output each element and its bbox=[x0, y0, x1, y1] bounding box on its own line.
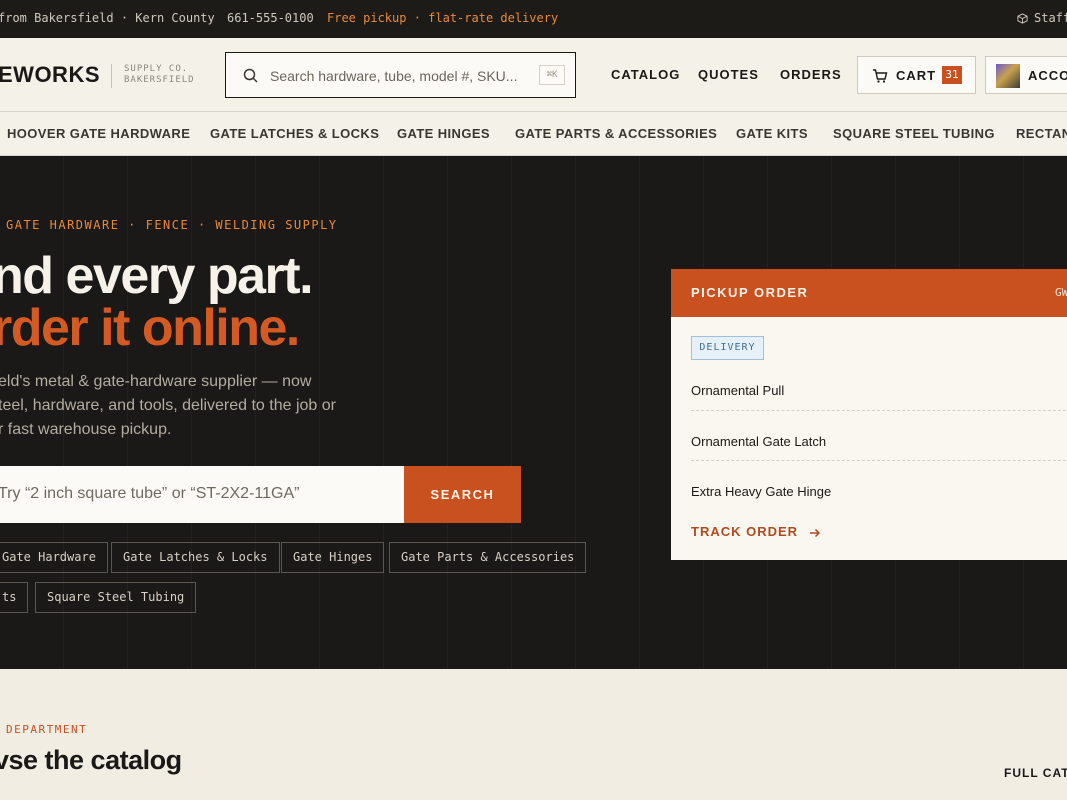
quick-search-chip[interactable]: ts bbox=[0, 582, 29, 613]
logo-divider bbox=[111, 64, 112, 88]
account-button[interactable]: ACCOUNT bbox=[985, 56, 1067, 94]
hero-headline-line-1: nd every part. bbox=[0, 247, 314, 305]
cart-icon bbox=[873, 69, 888, 83]
delivery-status-badge: DELIVERY bbox=[691, 336, 764, 360]
avatar bbox=[996, 64, 1020, 88]
phone-link[interactable]: 661-555-0100 bbox=[227, 11, 314, 25]
category-nav: HOOVER GATE HARDWARE GATE LATCHES & LOCK… bbox=[0, 112, 1067, 156]
search-input[interactable]: Search hardware, tube, model #, SKU... ⌘… bbox=[225, 52, 576, 98]
logo-sub-line-1: SUPPLY CO. bbox=[124, 64, 189, 74]
hero-search-button[interactable]: SEARCH bbox=[404, 466, 521, 523]
site-header: EWORKS SUPPLY CO. BAKERSFIELD Search har… bbox=[0, 38, 1067, 112]
cart-label: CART bbox=[896, 68, 937, 83]
pickup-order-title: PICKUP ORDER bbox=[691, 285, 809, 300]
top-bar: from Bakersfield · Kern County 661-555-0… bbox=[0, 0, 1067, 38]
track-order-label: TRACK ORDER bbox=[691, 524, 799, 539]
site-logo[interactable]: EWORKS bbox=[0, 62, 100, 88]
item-divider bbox=[691, 410, 1067, 411]
pickup-order-header: PICKUP ORDER GW bbox=[671, 269, 1067, 317]
hero-description-line: eld's metal & gate-hardware supplier — n… bbox=[0, 373, 312, 390]
hero-search-placeholder: Try “2 inch square tube” or “ST-2X2-11GA… bbox=[0, 485, 300, 502]
pickup-order-card: PICKUP ORDER GW DELIVERY Ornamental Pull… bbox=[671, 269, 1067, 560]
order-item: Extra Heavy Gate Hinge bbox=[691, 484, 832, 499]
category-link[interactable]: HOOVER GATE HARDWARE bbox=[7, 126, 190, 141]
search-icon bbox=[243, 68, 258, 83]
quick-search-chip[interactable]: Square Steel Tubing bbox=[35, 582, 197, 613]
nav-orders[interactable]: ORDERS bbox=[780, 67, 842, 82]
category-link[interactable]: GATE HINGES bbox=[397, 126, 490, 141]
nav-quotes[interactable]: QUOTES bbox=[698, 67, 759, 82]
cart-count-badge: 31 bbox=[942, 66, 962, 84]
account-label: ACCOUNT bbox=[1028, 68, 1067, 83]
quick-search-chip[interactable]: Gate Hinges bbox=[281, 542, 385, 573]
search-placeholder: Search hardware, tube, model #, SKU... bbox=[270, 68, 518, 84]
staff-link[interactable]: Staff bbox=[1017, 11, 1067, 25]
hero-description: eld's metal & gate-hardware supplier — n… bbox=[0, 370, 336, 442]
category-link[interactable]: RECTANGULAR bbox=[1016, 126, 1067, 141]
location-text: from Bakersfield · Kern County bbox=[0, 11, 215, 25]
hero-kicker: GATE HARDWARE · FENCE · WELDING SUPPLY bbox=[6, 218, 338, 232]
cube-icon bbox=[1017, 12, 1028, 24]
category-link[interactable]: GATE PARTS & ACCESSORIES bbox=[515, 126, 717, 141]
logo-sub-line-2: BAKERSFIELD bbox=[124, 75, 195, 85]
full-catalog-link[interactable]: FULL CATALOG bbox=[1004, 766, 1067, 780]
hero-description-line: teel, hardware, and tools, delivered to … bbox=[0, 397, 336, 414]
department-heading: vse the catalog bbox=[0, 745, 182, 775]
arrow-right-icon bbox=[809, 528, 820, 537]
order-reference: GW bbox=[1055, 286, 1067, 299]
cart-button[interactable]: CART 31 bbox=[857, 56, 976, 94]
quick-search-chip[interactable]: Gate Parts & Accessories bbox=[389, 542, 587, 573]
order-item: Ornamental Pull bbox=[691, 383, 785, 398]
category-link[interactable]: SQUARE STEEL TUBING bbox=[833, 126, 995, 141]
promo-text: Free pickup · flat-rate delivery bbox=[327, 11, 559, 25]
department-section: DEPARTMENT vse the catalog FULL CATALOG bbox=[0, 669, 1067, 800]
logo-subtitle: SUPPLY CO. BAKERSFIELD bbox=[124, 64, 195, 86]
department-kicker: DEPARTMENT bbox=[6, 723, 88, 736]
track-order-link[interactable]: TRACK ORDER bbox=[691, 524, 821, 539]
category-link[interactable]: GATE KITS bbox=[736, 126, 808, 141]
hero-headline-line-2: rder it online. bbox=[0, 299, 300, 357]
quick-search-chip[interactable]: Gate Latches & Locks bbox=[111, 542, 280, 573]
hero-search-input[interactable]: Try “2 inch square tube” or “ST-2X2-11GA… bbox=[0, 466, 404, 523]
hero-description-line: r fast warehouse pickup. bbox=[0, 421, 172, 438]
nav-catalog[interactable]: CATALOG bbox=[611, 67, 680, 82]
keyboard-shortcut-badge: ⌘K bbox=[539, 65, 565, 85]
order-item: Ornamental Gate Latch bbox=[691, 434, 827, 449]
staff-label: Staff bbox=[1034, 11, 1067, 25]
quick-search-chip[interactable]: Gate Hardware bbox=[0, 542, 108, 573]
category-link[interactable]: GATE LATCHES & LOCKS bbox=[210, 126, 379, 141]
item-divider bbox=[691, 460, 1067, 461]
